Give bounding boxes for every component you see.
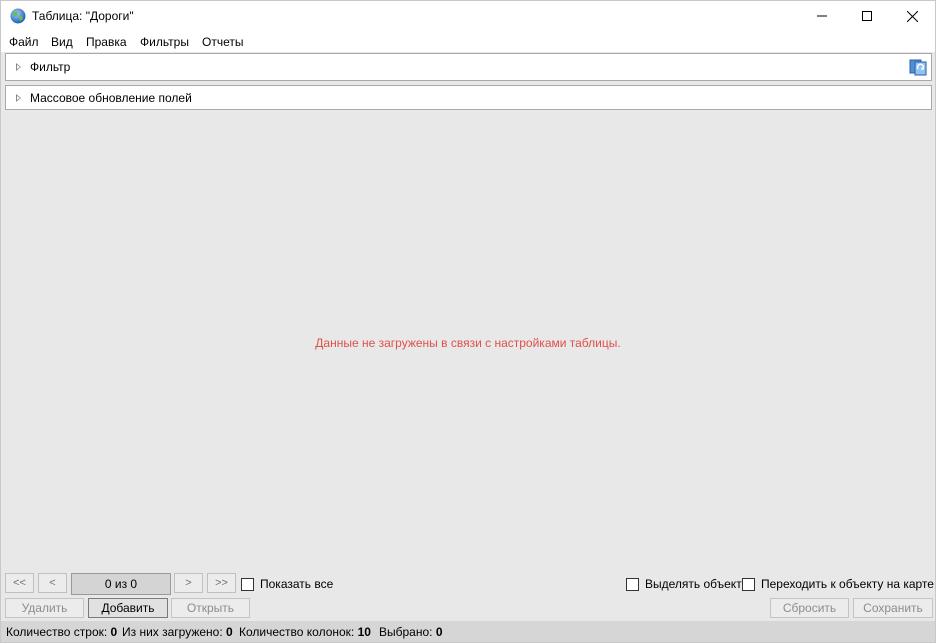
minimize-button[interactable] [799, 1, 845, 31]
table-window: Таблица: "Дороги" Файл Вид Правка Фильтр… [0, 0, 936, 643]
no-data-message: Данные не загружены в связи с настройкам… [315, 336, 621, 350]
mass-update-label: Массовое обновление полей [30, 90, 192, 105]
loaded-count-label: Из них загружено: [122, 625, 223, 639]
minimize-icon [817, 15, 827, 17]
rows-count-value: 0 [110, 625, 118, 639]
goto-object-checkbox[interactable]: Переходить к объекту на карте [742, 576, 934, 592]
rows-count-label: Количество строк: [6, 625, 108, 639]
loaded-count-status: Из них загружено: 0 [122, 625, 233, 639]
next-page-button[interactable]: > [174, 573, 203, 593]
first-page-button[interactable]: << [5, 573, 34, 593]
columns-count-value: 10 [357, 625, 371, 639]
add-button[interactable]: Добавить [88, 598, 168, 618]
content-area: Фильтр Массовое обновление полей Данные … [1, 52, 935, 621]
goto-object-box[interactable] [742, 577, 755, 591]
show-all-box[interactable] [241, 577, 254, 591]
refresh-icon[interactable] [909, 58, 927, 76]
globe-icon [10, 8, 26, 24]
maximize-icon [862, 11, 872, 21]
status-bar: Количество строк: 0 Из них загружено: 0 … [1, 621, 935, 642]
menu-filters[interactable]: Фильтры [139, 35, 190, 49]
save-button[interactable]: Сохранить [853, 598, 933, 618]
menu-view[interactable]: Вид [50, 35, 74, 49]
filter-panel-label: Фильтр [30, 60, 71, 74]
menu-edit[interactable]: Правка [85, 35, 128, 49]
close-icon [906, 10, 918, 22]
title-bar: Таблица: "Дороги" [1, 1, 935, 31]
reset-button[interactable]: Сбросить [770, 598, 849, 618]
selected-count-status: Выбрано: 0 [379, 625, 443, 639]
selected-count-label: Выбрано: [379, 625, 433, 639]
delete-button[interactable]: Удалить [5, 598, 84, 618]
show-all-checkbox[interactable]: Показать все [241, 576, 333, 592]
menu-bar: Файл Вид Правка Фильтры Отчеты [1, 32, 935, 52]
prev-page-button[interactable]: < [38, 573, 67, 593]
goto-object-label: Переходить к объекту на карте [761, 577, 934, 591]
columns-count-status: Количество колонок: 10 [239, 625, 371, 639]
select-object-checkbox[interactable]: Выделять объект [626, 576, 742, 592]
columns-count-label: Количество колонок: [239, 625, 355, 639]
show-all-label: Показать все [260, 577, 334, 591]
last-page-button[interactable]: >> [207, 573, 236, 593]
expand-arrow-icon[interactable] [16, 63, 21, 71]
menu-file[interactable]: Файл [8, 35, 40, 49]
rows-count-status: Количество строк: 0 [6, 625, 117, 639]
select-object-box[interactable] [626, 577, 639, 591]
loaded-count-value: 0 [226, 625, 233, 639]
page-indicator: 0 из 0 [71, 573, 171, 595]
expand-arrow-icon[interactable] [16, 93, 21, 102]
close-button[interactable] [889, 1, 935, 31]
open-button[interactable]: Открыть [171, 598, 250, 618]
select-object-label: Выделять объект [645, 577, 742, 591]
menu-reports[interactable]: Отчеты [201, 35, 244, 49]
selected-count-value: 0 [435, 625, 443, 639]
filter-panel[interactable]: Фильтр [5, 53, 932, 81]
maximize-button[interactable] [844, 1, 890, 31]
window-title: Таблица: "Дороги" [32, 9, 134, 23]
mass-update-panel[interactable]: Массовое обновление полей [5, 85, 932, 110]
